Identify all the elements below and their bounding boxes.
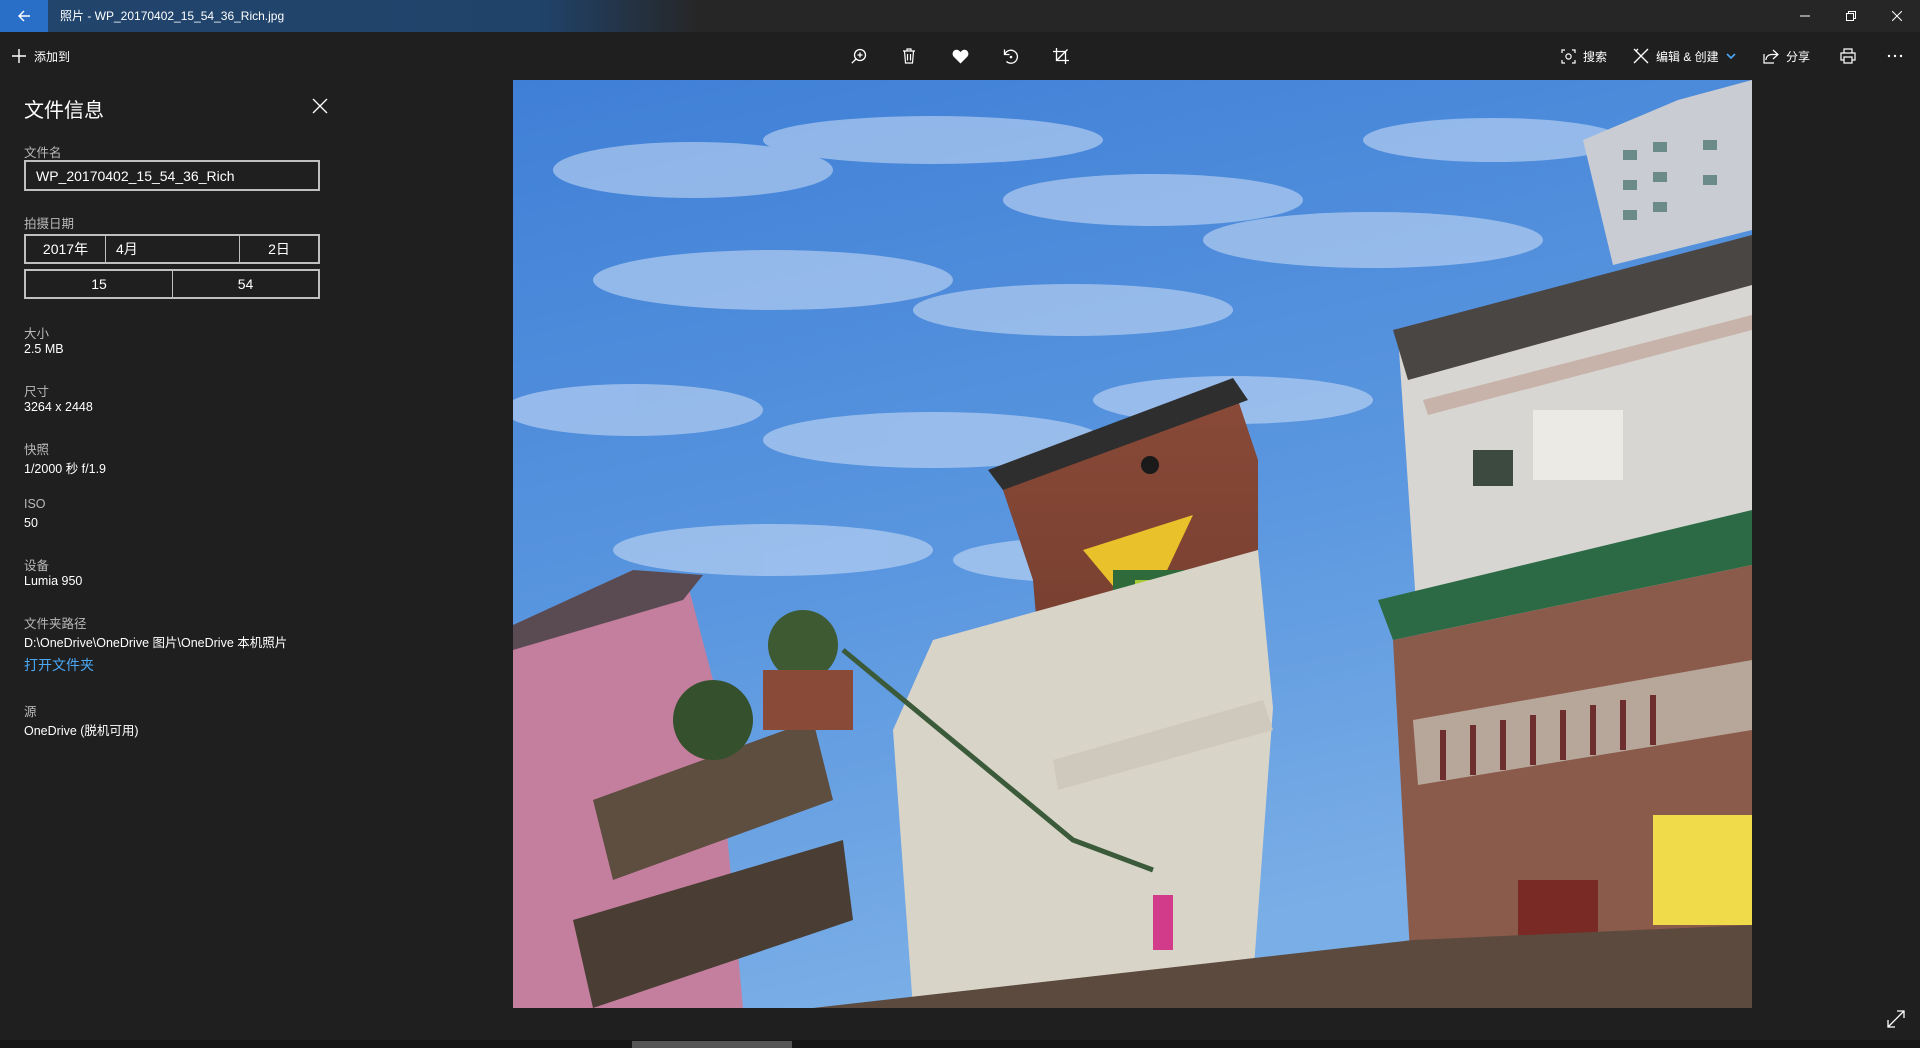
print-icon bbox=[1840, 48, 1856, 64]
horizontal-scrollbar[interactable] bbox=[0, 1040, 1920, 1048]
search-button[interactable]: 搜索 bbox=[1561, 42, 1607, 70]
minimize-button[interactable] bbox=[1782, 0, 1828, 32]
dimensions-value: 3264 x 2448 bbox=[24, 400, 93, 414]
expand-icon bbox=[1887, 1010, 1905, 1028]
rotate-button[interactable] bbox=[994, 40, 1026, 72]
photo[interactable] bbox=[513, 80, 1752, 1008]
share-label: 分享 bbox=[1786, 49, 1811, 64]
plus-icon bbox=[12, 49, 26, 63]
crop-button[interactable] bbox=[1045, 40, 1077, 72]
command-bar: 添加到 搜索 编辑 & 创建 分享 bbox=[0, 32, 1920, 80]
minute-field[interactable]: 54 bbox=[173, 271, 318, 297]
delete-icon bbox=[903, 48, 915, 64]
crop-icon bbox=[1053, 48, 1069, 64]
size-label: 大小 bbox=[24, 327, 50, 341]
month-field[interactable]: 4月 bbox=[106, 236, 240, 262]
search-label: 搜索 bbox=[1583, 49, 1608, 64]
edit-icon bbox=[1633, 48, 1649, 64]
edit-create-label: 编辑 & 创建 bbox=[1656, 49, 1719, 64]
shutter-label: 快照 bbox=[24, 443, 50, 457]
restore-button[interactable] bbox=[1828, 0, 1874, 32]
close-icon bbox=[1892, 11, 1902, 21]
close-window-button[interactable] bbox=[1874, 0, 1920, 32]
photo-image bbox=[513, 80, 1752, 1008]
device-label: 设备 bbox=[24, 559, 50, 573]
close-icon bbox=[312, 98, 328, 114]
share-button[interactable]: 分享 bbox=[1763, 42, 1810, 70]
date-taken-label: 拍摄日期 bbox=[24, 217, 75, 231]
year-field[interactable]: 2017年 bbox=[26, 236, 106, 262]
print-button[interactable] bbox=[1832, 40, 1864, 72]
time-picker[interactable]: 15 54 bbox=[24, 269, 320, 299]
favorite-button[interactable] bbox=[944, 40, 976, 72]
close-panel-button[interactable] bbox=[306, 92, 334, 120]
chevron-down-icon bbox=[1726, 53, 1736, 60]
zoom-icon bbox=[851, 48, 867, 64]
minimize-icon bbox=[1800, 15, 1810, 17]
source-value: OneDrive (脱机可用) bbox=[24, 724, 139, 738]
window-title: 照片 - WP_20170402_15_54_36_Rich.jpg bbox=[60, 9, 285, 23]
date-picker[interactable]: 2017年 4月 2日 bbox=[24, 234, 320, 264]
filename-input[interactable] bbox=[24, 160, 320, 191]
dimensions-label: 尺寸 bbox=[24, 385, 50, 399]
back-arrow-icon bbox=[18, 10, 30, 22]
scrollbar-thumb[interactable] bbox=[632, 1041, 792, 1048]
source-label: 源 bbox=[24, 705, 37, 719]
favorite-icon bbox=[952, 49, 968, 63]
photo-viewer[interactable] bbox=[344, 80, 1920, 1040]
edit-create-button[interactable]: 编辑 & 创建 bbox=[1633, 42, 1736, 70]
open-folder-link[interactable]: 打开文件夹 bbox=[24, 655, 94, 675]
device-value: Lumia 950 bbox=[24, 574, 83, 588]
visual-search-icon bbox=[1561, 48, 1576, 64]
title-bar: 照片 - WP_20170402_15_54_36_Rich.jpg bbox=[0, 0, 1920, 32]
add-to-button[interactable]: 添加到 bbox=[12, 42, 70, 70]
fullscreen-button[interactable] bbox=[1880, 1003, 1912, 1035]
zoom-button[interactable] bbox=[843, 40, 875, 72]
folder-path-value: D:\OneDrive\OneDrive 图片\OneDrive 本机照片 bbox=[24, 636, 288, 650]
back-button[interactable] bbox=[0, 0, 48, 32]
filename-label: 文件名 bbox=[24, 146, 62, 160]
add-to-label: 添加到 bbox=[34, 49, 71, 64]
delete-button[interactable] bbox=[893, 40, 925, 72]
more-icon bbox=[1887, 54, 1903, 58]
file-info-panel: 文件信息 文件名 拍摄日期 2017年 4月 2日 15 54 大小 2.5 M… bbox=[0, 80, 344, 1048]
folder-path-label: 文件夹路径 bbox=[24, 617, 87, 631]
panel-title: 文件信息 bbox=[24, 100, 104, 122]
size-value: 2.5 MB bbox=[24, 342, 64, 356]
more-button[interactable] bbox=[1879, 40, 1911, 72]
hour-field[interactable]: 15 bbox=[26, 271, 173, 297]
iso-value: 50 bbox=[24, 516, 38, 530]
rotate-icon bbox=[1003, 49, 1018, 64]
shutter-value: 1/2000 秒 f/1.9 bbox=[24, 462, 107, 476]
restore-icon bbox=[1846, 11, 1856, 21]
share-icon bbox=[1763, 49, 1779, 64]
day-field[interactable]: 2日 bbox=[240, 236, 318, 262]
iso-label: ISO bbox=[24, 497, 46, 511]
